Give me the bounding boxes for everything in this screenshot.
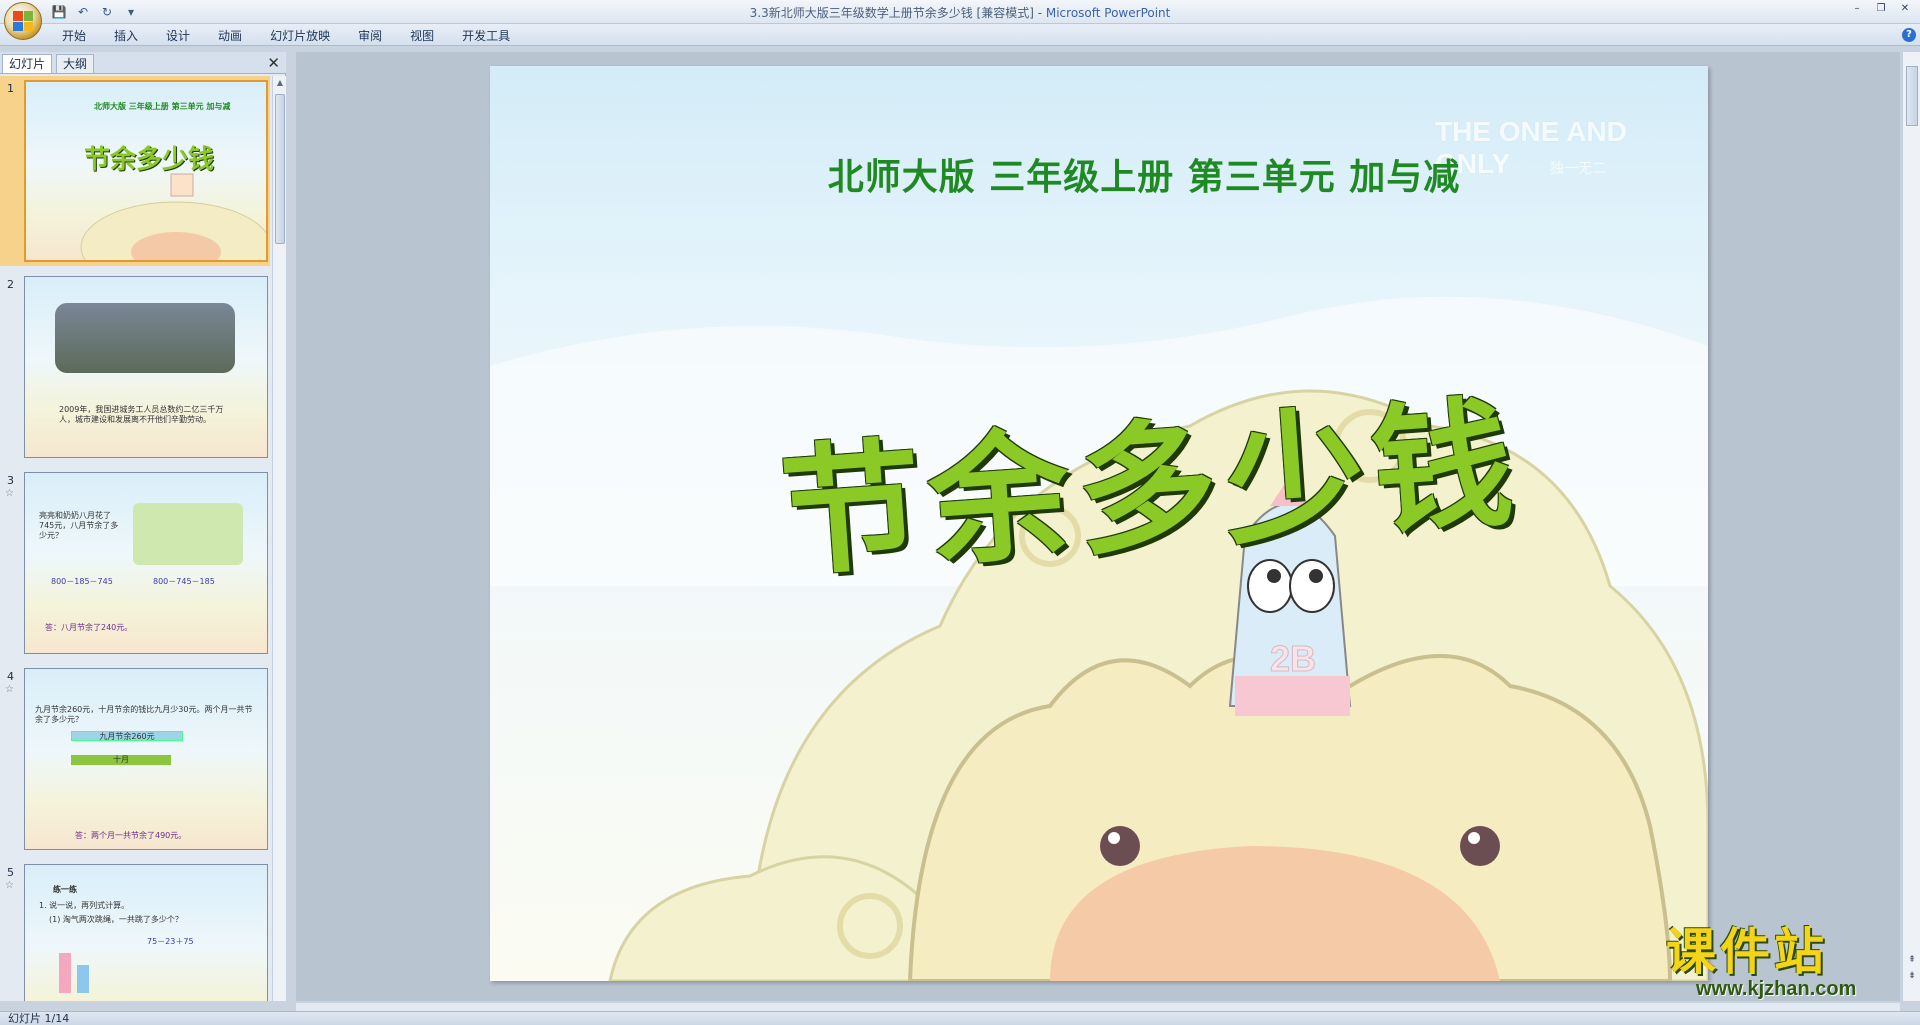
slide-thumbnail-2[interactable]: 2 2009年，我国进城务工人员总数约二亿三千万人，城市建设和发展离不开他们辛勤… bbox=[0, 272, 270, 462]
minimize-button[interactable]: – bbox=[1846, 2, 1868, 16]
tab-review[interactable]: 审阅 bbox=[344, 27, 396, 45]
current-slide[interactable]: 2B THE ONE AND ONLY 独一无二 北师大版 三年级上册 第三单元… bbox=[490, 66, 1708, 981]
slide-number: 5 bbox=[7, 866, 14, 879]
scrollbar-thumb[interactable] bbox=[275, 94, 285, 244]
tab-developer[interactable]: 开发工具 bbox=[448, 27, 524, 45]
site-logo-url: www.kjzhan.com bbox=[1696, 978, 1857, 1000]
animation-star-icon: ☆ bbox=[5, 880, 14, 891]
thumbnail-image: 亮亮和奶奶八月花了745元，八月节余了多少元？ 800－185－745 800－… bbox=[24, 472, 268, 654]
help-icon[interactable]: ? bbox=[1902, 28, 1916, 42]
slide-thumbnail-4[interactable]: 4 ☆ 九月节余260元，十月节余的钱比九月少30元。两个月一共节余了多少元？ … bbox=[0, 664, 270, 854]
restore-button[interactable]: ❐ bbox=[1870, 2, 1892, 16]
family-illustration bbox=[133, 503, 243, 565]
slide-thumbnails: 1 北师大版 三年级上册 第三单元 加与减 节余多少钱 2 2009年，我国进城… bbox=[0, 76, 270, 1001]
thumbnail-image: 2009年，我国进城务工人员总数约二亿三千万人，城市建设和发展离不开他们辛勤劳动… bbox=[24, 276, 268, 458]
thumbnail-image: 练一练 1. 说一说，再列式计算。 (1) 淘气两次跳绳，一共跳了多少个？ 75… bbox=[24, 864, 268, 1001]
svg-text:2B: 2B bbox=[1270, 638, 1316, 679]
slide-number: 4 bbox=[7, 670, 14, 683]
tab-slides[interactable]: 幻灯片 bbox=[2, 54, 53, 73]
tab-insert[interactable]: 插入 bbox=[100, 27, 152, 45]
construction-photo bbox=[55, 303, 235, 373]
vertical-scrollbar[interactable]: ⇞ ⇟ bbox=[1902, 52, 1920, 1001]
thumb-calc: 75－23＋75 bbox=[147, 937, 194, 946]
thumb-sub: (1) 淘气两次跳绳，一共跳了多少个？ bbox=[49, 915, 183, 924]
slide-number: 1 bbox=[7, 82, 14, 95]
thumb-question: 1. 说一说，再列式计算。 bbox=[39, 901, 130, 910]
thumb-answer: 答：两个月一共节余了490元。 bbox=[75, 831, 187, 840]
app-name: Microsoft PowerPoint bbox=[1045, 6, 1171, 20]
thumb-question: 亮亮和奶奶八月花了745元，八月节余了多少元？ bbox=[39, 511, 119, 540]
ribbon-tabs: 开始 插入 设计 动画 幻灯片放映 审阅 视图 开发工具 bbox=[48, 27, 524, 45]
tab-animation[interactable]: 动画 bbox=[204, 27, 256, 45]
slides-panel: 幻灯片 大纲 ✕ 1 北师大版 三年级上册 第三单元 加与减 节余多少钱 2 2… bbox=[0, 52, 286, 1001]
scrollbar-thumb[interactable] bbox=[1906, 66, 1918, 126]
panel-tabs: 幻灯片 大纲 ✕ bbox=[0, 52, 286, 74]
title-bar: 💾 ↶ ↻ ▾ 3.3新北师大版三年级数学上册节余多少钱 [兼容模式] - Mi… bbox=[0, 0, 1920, 40]
slide-number: 3 bbox=[7, 474, 14, 487]
thumbnail-scrollbar[interactable]: ▲ bbox=[272, 76, 286, 1001]
close-button[interactable]: ✕ bbox=[1894, 2, 1916, 16]
close-icon[interactable]: ✕ bbox=[267, 54, 280, 72]
tab-design[interactable]: 设计 bbox=[152, 27, 204, 45]
document-title: 3.3新北师大版三年级数学上册节余多少钱 [兼容模式] - bbox=[749, 6, 1046, 20]
tab-view[interactable]: 视图 bbox=[396, 27, 448, 45]
bar-october: 十月 bbox=[71, 755, 171, 765]
ribbon: 开始 插入 设计 动画 幻灯片放映 审阅 视图 开发工具 ? bbox=[0, 24, 1920, 46]
animation-star-icon: ☆ bbox=[5, 684, 14, 695]
site-logo-name: 课件站 bbox=[1666, 923, 1828, 981]
tab-slideshow[interactable]: 幻灯片放映 bbox=[256, 27, 344, 45]
tab-home[interactable]: 开始 bbox=[48, 27, 100, 45]
thumb-answer: 答：八月节余了240元。 bbox=[45, 623, 133, 632]
animation-star-icon: ☆ bbox=[5, 488, 14, 499]
slide-editing-area: 2B THE ONE AND ONLY 独一无二 北师大版 三年级上册 第三单元… bbox=[296, 52, 1900, 1001]
thumb-question: 九月节余260元，十月节余的钱比九月少30元。两个月一共节余了多少元？ bbox=[35, 705, 253, 724]
previous-slide-icon[interactable]: ⇞ bbox=[1904, 955, 1920, 969]
tab-outline[interactable]: 大纲 bbox=[56, 54, 95, 73]
cloud-character-icon bbox=[80, 173, 266, 260]
thumb-calc-2: 800－745－185 bbox=[153, 577, 215, 586]
office-logo-icon bbox=[13, 11, 33, 31]
slide-thumbnail-5[interactable]: 5 ☆ 练一练 1. 说一说，再列式计算。 (1) 淘气两次跳绳，一共跳了多少个… bbox=[0, 860, 270, 1001]
slide-thumbnail-3[interactable]: 3 ☆ 亮亮和奶奶八月花了745元，八月节余了多少元？ 800－185－745 … bbox=[0, 468, 270, 658]
thumb-calc-1: 800－185－745 bbox=[51, 577, 113, 586]
thumbnail-image: 九月节余260元，十月节余的钱比九月少30元。两个月一共节余了多少元？ 九月节余… bbox=[24, 668, 268, 850]
horizontal-scrollbar[interactable] bbox=[296, 1003, 1900, 1011]
next-slide-icon[interactable]: ⇟ bbox=[1904, 971, 1920, 985]
site-logo: 课件站 www.kjzhan.com bbox=[1666, 926, 1906, 1008]
slide-number: 2 bbox=[7, 278, 14, 291]
bar-september: 九月节余260元 bbox=[71, 731, 183, 741]
scroll-up-icon[interactable]: ▲ bbox=[273, 76, 287, 90]
thumb-caption: 2009年，我国进城务工人员总数约二亿三千万人，城市建设和发展离不开他们辛勤劳动… bbox=[59, 405, 224, 424]
window-title: 3.3新北师大版三年级数学上册节余多少钱 [兼容模式] - Microsoft … bbox=[0, 4, 1920, 21]
slide-counter: 幻灯片 1/14 bbox=[8, 1012, 70, 1025]
office-button[interactable] bbox=[4, 2, 42, 40]
bar-blue bbox=[77, 965, 89, 993]
bar-pink bbox=[59, 953, 71, 993]
slide-thumbnail-1[interactable]: 1 北师大版 三年级上册 第三单元 加与减 节余多少钱 bbox=[0, 76, 270, 266]
status-bar: 幻灯片 1/14 bbox=[0, 1011, 1920, 1025]
slide-subtitle[interactable]: 北师大版 三年级上册 第三单元 加与减 bbox=[490, 148, 1708, 200]
window-controls: – ❐ ✕ bbox=[1846, 2, 1916, 16]
thumbnail-image: 北师大版 三年级上册 第三单元 加与减 节余多少钱 bbox=[24, 80, 268, 262]
thumb-heading: 练一练 bbox=[53, 885, 77, 894]
